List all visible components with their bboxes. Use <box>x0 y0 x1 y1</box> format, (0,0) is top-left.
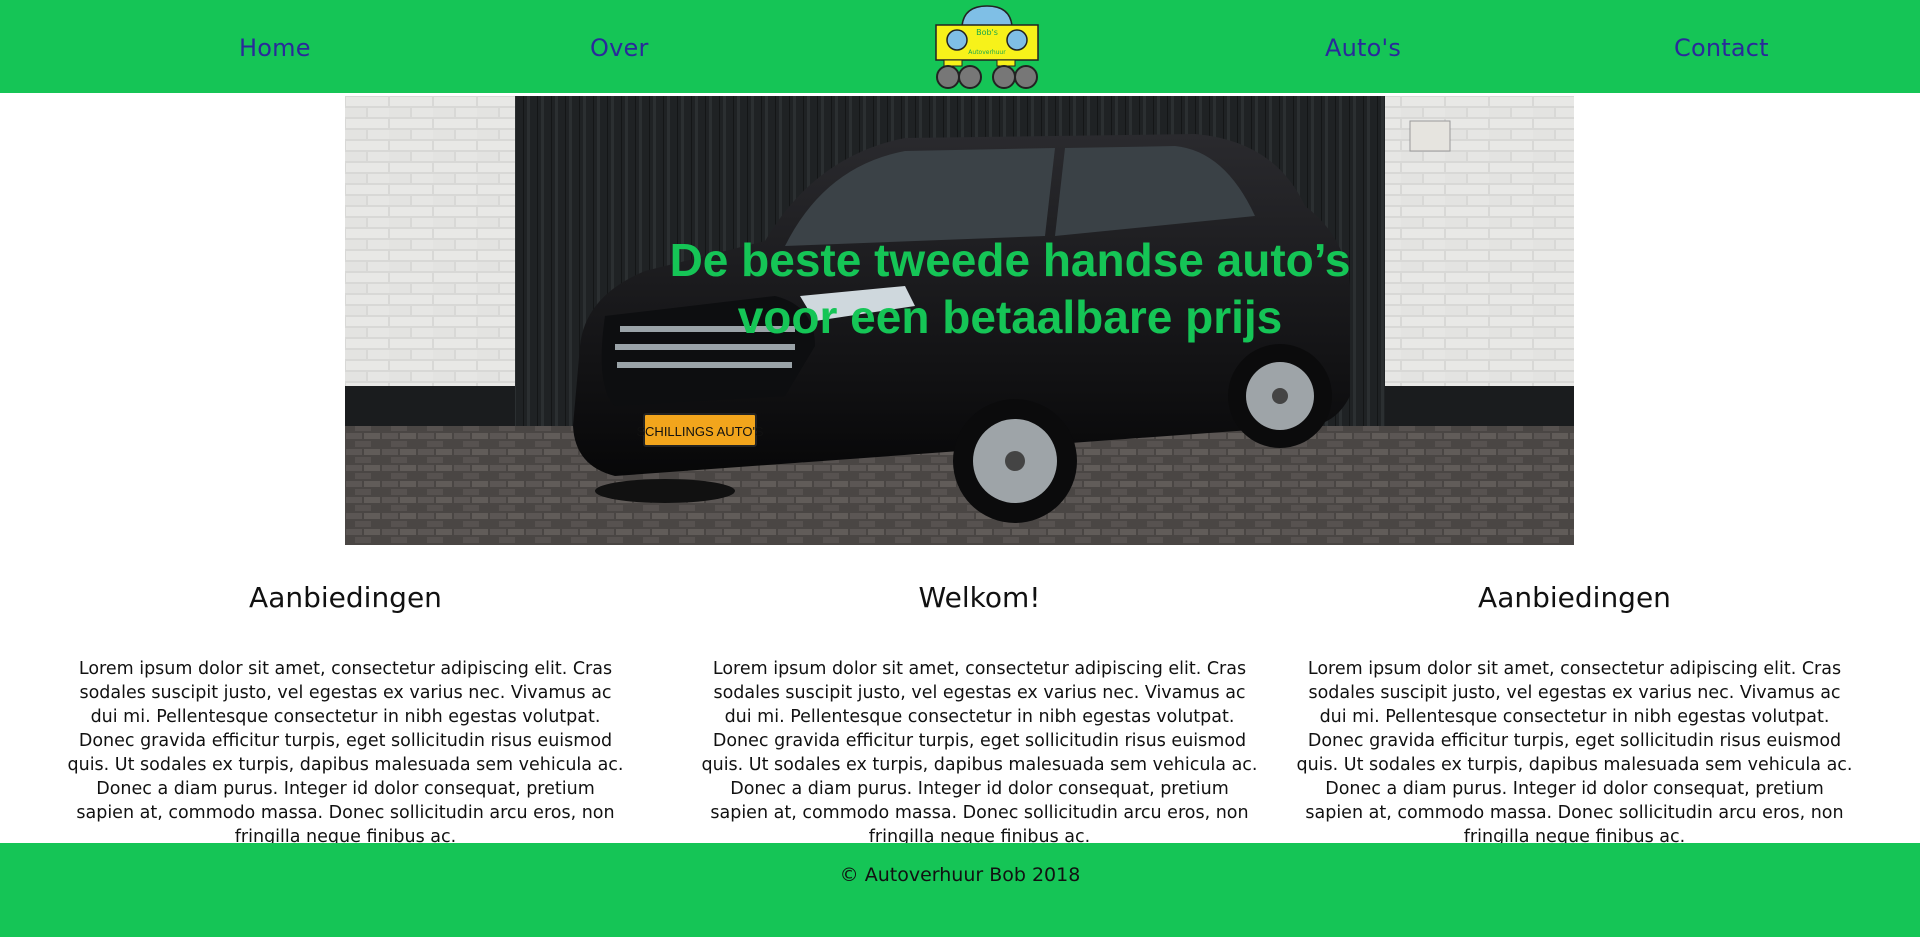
footer: © Autoverhuur Bob 2018 <box>0 843 1920 937</box>
license-plate-text: SCHILLINGS AUTO'S <box>636 424 764 439</box>
column-text: Lorem ipsum dolor sit amet, consectetur … <box>701 659 1258 847</box>
column-heading: Aanbiedingen <box>1478 581 1671 614</box>
car-logo-icon[interactable]: Bob's Autoverhuur <box>934 4 1040 91</box>
column-heading: Welkom! <box>918 581 1041 614</box>
nav-link-contact[interactable]: Contact <box>1674 34 1769 66</box>
footer-copyright: © Autoverhuur Bob 2018 <box>839 864 1081 886</box>
column-text: Lorem ipsum dolor sit amet, consectetur … <box>1296 659 1853 847</box>
top-navigation-bar: Home Over Bob's Autoverhuur Auto's Conta… <box>0 0 1920 93</box>
column-heading: Aanbiedingen <box>249 581 442 614</box>
hero-banner: SCHILLINGS AUTO'S De beste tweede handse… <box>345 96 1574 545</box>
hero-title: De beste tweede handse auto’s voor een b… <box>669 234 1351 343</box>
column-aanbiedingen-right: Aanbiedingen Lorem ipsum dolor sit amet,… <box>1292 580 1857 849</box>
column-welkom: Welkom! Lorem ipsum dolor sit amet, cons… <box>697 580 1262 849</box>
logo-text-line2: Autoverhuur <box>968 49 1006 56</box>
nav-link-over[interactable]: Over <box>590 34 649 66</box>
column-text: Lorem ipsum dolor sit amet, consectetur … <box>67 659 624 847</box>
column-aanbiedingen-left: Aanbiedingen Lorem ipsum dolor sit amet,… <box>63 580 628 849</box>
nav-link-autos[interactable]: Auto's <box>1325 34 1401 66</box>
nav-link-home[interactable]: Home <box>239 34 311 66</box>
logo-text-line1: Bob's <box>976 28 998 37</box>
